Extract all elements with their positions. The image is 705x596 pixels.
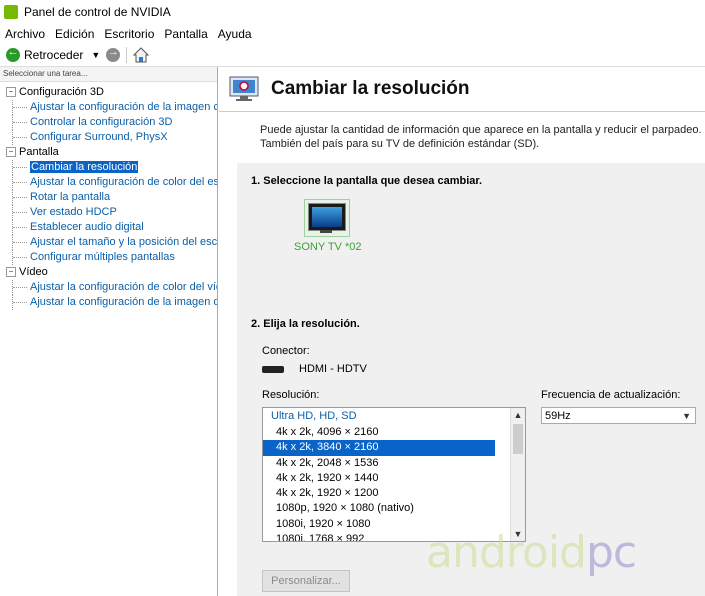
connector-value: HDMI - HDTV (299, 363, 367, 375)
scroll-thumb[interactable] (513, 424, 523, 454)
frequency-dropdown[interactable]: 59Hz ▼ (541, 407, 696, 424)
toolbar: ← Retroceder ▼ → (0, 44, 705, 67)
tree-item-hdcp[interactable]: Ver estado HDCP (0, 205, 217, 220)
tree-group-3d[interactable]: − Configuración 3D (0, 85, 217, 100)
tree-item-change-resolution[interactable]: Cambiar la resolución (0, 160, 217, 175)
page-header: Cambiar la resolución (219, 67, 705, 112)
resolution-scrollbar[interactable]: ▲ ▼ (510, 408, 525, 541)
menu-bar: Archivo Edición Escritorio Pantalla Ayud… (0, 24, 705, 44)
resolution-option[interactable]: 4k x 2k, 1920 × 1440 (263, 471, 525, 486)
toolbar-separator (126, 47, 128, 63)
task-tree: − Configuración 3D Ajustar la configuraci… (0, 82, 217, 310)
menu-edicion[interactable]: Edición (50, 27, 99, 41)
tree-item-3d-control[interactable]: Controlar la configuración 3D (0, 115, 217, 130)
tree-item-color-desktop[interactable]: Ajustar la configuración de color del es… (0, 175, 217, 190)
watermark: androidpc (426, 527, 637, 578)
main-panel: Cambiar la resolución Puede ajustar la c… (219, 67, 705, 596)
window-title: Panel de control de NVIDIA (24, 5, 171, 19)
home-icon[interactable] (133, 47, 150, 63)
scroll-up-icon[interactable]: ▲ (511, 408, 525, 422)
hdmi-icon (262, 365, 284, 373)
tree-item-rotate[interactable]: Rotar la pantalla (0, 190, 217, 205)
resolution-option[interactable]: 1080p, 1920 × 1080 (nativo) (263, 501, 525, 516)
sidebar-header: Seleccionar una tarea... (0, 67, 217, 82)
page-title: Cambiar la resolución (271, 78, 470, 99)
monitor-icon[interactable] (306, 201, 346, 233)
step1-heading: 1. Seleccione la pantalla que desea camb… (251, 175, 483, 187)
page-description: Puede ajustar la cantidad de información… (260, 124, 702, 150)
customize-button[interactable]: Personalizar... (262, 570, 350, 592)
resolution-option[interactable]: 4k x 2k, 4096 × 2160 (263, 425, 525, 440)
menu-ayuda[interactable]: Ayuda (213, 27, 257, 41)
nvidia-logo-icon (4, 5, 18, 19)
menu-escritorio[interactable]: Escritorio (99, 27, 159, 41)
resolution-option[interactable]: 4k x 2k, 1920 × 1200 (263, 486, 525, 501)
collapse-icon[interactable]: − (6, 87, 16, 98)
tree-item-video-image[interactable]: Ajustar la configuración de la imagen de… (0, 295, 217, 310)
resolution-group-header: Ultra HD, HD, SD (271, 410, 357, 422)
back-arrow-icon: ← (6, 46, 20, 62)
display-name-label[interactable]: SONY TV *02 (294, 241, 361, 253)
tree-group-video[interactable]: − Vídeo (0, 265, 217, 280)
tree-item-video-color[interactable]: Ajustar la configuración de color del ví… (0, 280, 217, 295)
resolution-list[interactable]: Ultra HD, HD, SD 4k x 2k, 4096 × 2160 4k… (262, 407, 526, 542)
title-bar: Panel de control de NVIDIA (0, 0, 705, 24)
back-dropdown-icon[interactable]: ▼ (91, 50, 100, 60)
frequency-label: Frecuencia de actualización: (541, 389, 681, 401)
watermark-part-pc: pc (585, 527, 637, 578)
back-button[interactable]: ← Retroceder (6, 46, 84, 62)
collapse-icon[interactable]: − (6, 147, 16, 158)
connector-label: Conector: (262, 345, 310, 357)
chevron-down-icon: ▼ (682, 411, 691, 421)
display-settings-icon (229, 76, 259, 102)
tree-item-size-position[interactable]: Ajustar el tamaño y la posición del escr… (0, 235, 217, 250)
resolution-label: Resolución: (262, 389, 320, 401)
watermark-part-android: android (426, 527, 587, 578)
resolution-option-selected[interactable]: 4k x 2k, 3840 × 2160 (263, 440, 495, 456)
task-sidebar: Seleccionar una tarea... − Configuración … (0, 67, 218, 596)
back-label: Retroceder (24, 48, 84, 62)
menu-archivo[interactable]: Archivo (0, 27, 50, 41)
frequency-value: 59Hz (545, 410, 571, 422)
step2-heading: 2. Elija la resolución. (251, 318, 360, 330)
tree-item-3d-image[interactable]: Ajustar la configuración de la imagen co… (0, 100, 217, 115)
connector-row: HDMI - HDTV (262, 363, 367, 375)
tree-group-pantalla[interactable]: − Pantalla (0, 145, 217, 160)
resolution-option[interactable]: 4k x 2k, 2048 × 1536 (263, 456, 525, 471)
tree-item-surround[interactable]: Configurar Surround, PhysX (0, 130, 217, 145)
collapse-icon[interactable]: − (6, 267, 16, 278)
menu-pantalla[interactable]: Pantalla (159, 27, 212, 41)
forward-arrow-icon[interactable]: → (106, 46, 121, 62)
tree-item-audio[interactable]: Establecer audio digital (0, 220, 217, 235)
tree-item-multiple-displays[interactable]: Configurar múltiples pantallas (0, 250, 217, 265)
